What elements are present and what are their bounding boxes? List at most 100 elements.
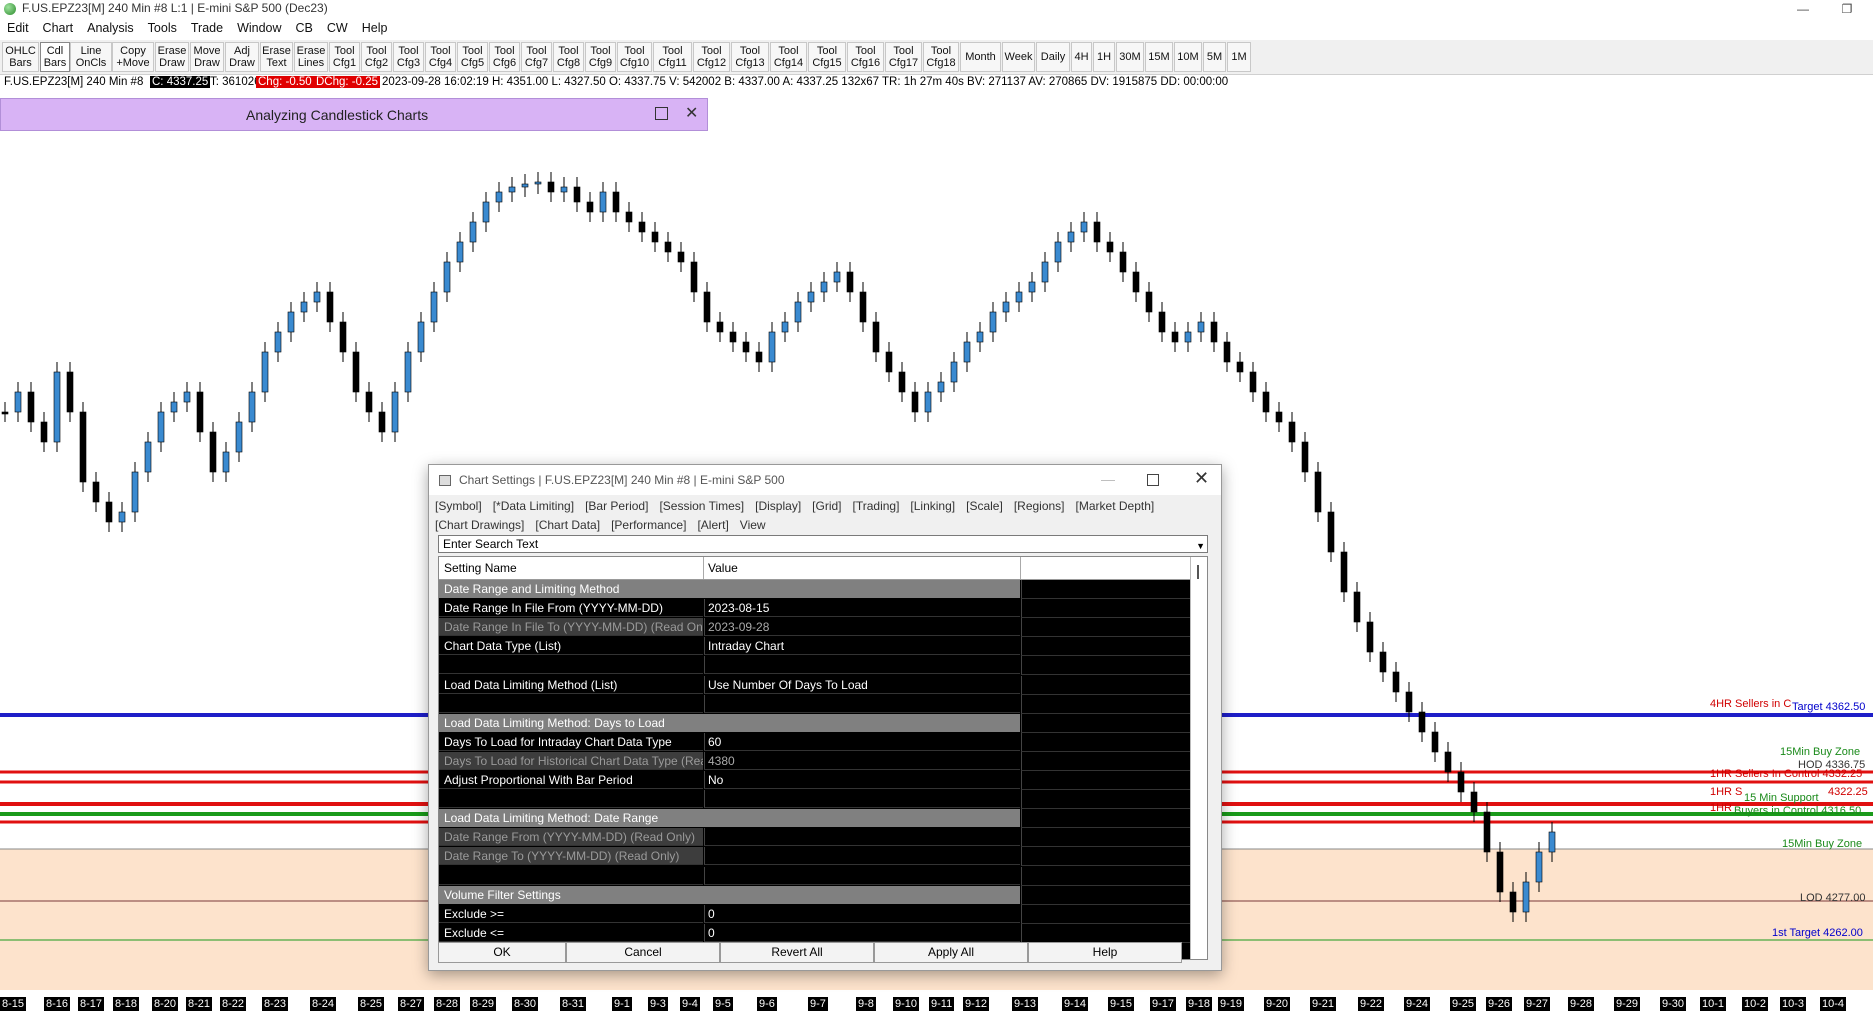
- toolbar-button-daily[interactable]: Daily: [1036, 42, 1070, 72]
- study-window[interactable]: Analyzing Candlestick Charts ✕: [0, 98, 708, 131]
- toolbar-button-cdl-bars[interactable]: Cdl Bars: [40, 42, 70, 72]
- toolbar-button-tool-cfg8[interactable]: Tool Cfg8: [553, 42, 584, 72]
- setting-value[interactable]: No: [704, 771, 1020, 789]
- setting-value[interactable]: 2023-08-15: [704, 599, 1020, 618]
- toolbar-button-copy-move[interactable]: Copy +Move: [112, 42, 154, 72]
- settings-row[interactable]: Adjust Proportional With Bar Period No: [439, 771, 1191, 790]
- toolbar-button-tool-cfg16[interactable]: Tool Cfg16: [847, 42, 884, 72]
- toolbar-button-15m[interactable]: 15M: [1145, 42, 1173, 72]
- maximize-icon[interactable]: [655, 107, 668, 120]
- toolbar-button-30m[interactable]: 30M: [1116, 42, 1144, 72]
- settings-row[interactable]: Load Data Limiting Method (List) Use Numb…: [439, 675, 1191, 695]
- time-axis-label: 9-22: [1358, 997, 1385, 1011]
- toolbar-button-tool-cfg9[interactable]: Tool Cfg9: [585, 42, 616, 72]
- toolbar-button-tool-cfg6[interactable]: Tool Cfg6: [489, 42, 520, 72]
- close-icon[interactable]: ✕: [1194, 468, 1209, 489]
- menu-cb[interactable]: CB: [289, 19, 320, 35]
- toolbar-button-month[interactable]: Month: [960, 42, 1001, 72]
- tab-performance[interactable]: [Performance]: [611, 516, 686, 535]
- toolbar-button-tool-cfg12[interactable]: Tool Cfg12: [693, 42, 730, 72]
- toolbar-button-tool-cfg7[interactable]: Tool Cfg7: [521, 42, 552, 72]
- tab-regions[interactable]: [Regions]: [1014, 497, 1065, 516]
- toolbar-button-tool-cfg14[interactable]: Tool Cfg14: [770, 42, 807, 72]
- settings-row[interactable]: Days To Load for Intraday Chart Data Typ…: [439, 732, 1191, 752]
- toolbar-button-erase-text[interactable]: Erase Text: [260, 42, 293, 72]
- maximize-icon[interactable]: [1147, 474, 1159, 486]
- toolbar-button-5m[interactable]: 5M: [1203, 42, 1226, 72]
- toolbar-button-tool-cfg11[interactable]: Tool Cfg11: [653, 42, 692, 72]
- tab-scale[interactable]: [Scale]: [966, 497, 1003, 516]
- minimize-icon[interactable]: —: [1101, 471, 1115, 487]
- toolbar-button-move-draw[interactable]: Move Draw: [190, 42, 224, 72]
- tab-chart-drawings[interactable]: [Chart Drawings]: [435, 516, 524, 535]
- menu-help[interactable]: Help: [355, 19, 395, 35]
- toolbar-button-tool-cfg18[interactable]: Tool Cfg18: [923, 42, 959, 72]
- menu-chart[interactable]: Chart: [36, 19, 81, 35]
- toolbar-button-tool-cfg10[interactable]: Tool Cfg10: [617, 42, 652, 72]
- tab-display[interactable]: [Display]: [755, 497, 801, 516]
- settings-row[interactable]: Chart Data Type (List) Intraday Chart: [439, 637, 1191, 657]
- menu-cw[interactable]: CW: [320, 19, 355, 35]
- tab-chart-data[interactable]: [Chart Data]: [535, 516, 600, 535]
- setting-value[interactable]: 0: [704, 904, 1020, 923]
- tab-session-times[interactable]: [Session Times]: [659, 497, 744, 516]
- settings-row[interactable]: Date Range To (YYYY-MM-DD) (Read Only): [439, 847, 1191, 867]
- menu-edit[interactable]: Edit: [0, 19, 36, 35]
- setting-value[interactable]: Intraday Chart: [704, 637, 1020, 656]
- menu-window[interactable]: Window: [230, 19, 288, 35]
- toolbar-button-ohlc-bars[interactable]: OHLC Bars: [2, 42, 39, 72]
- toolbar-button-1h[interactable]: 1H: [1093, 42, 1115, 72]
- settings-row[interactable]: Exclude >= 0: [439, 904, 1191, 924]
- setting-value[interactable]: Use Number Of Days To Load: [704, 675, 1020, 694]
- cancel-button[interactable]: Cancel: [566, 942, 720, 963]
- menu-tools[interactable]: Tools: [141, 19, 184, 35]
- toolbar-button-line-oncls[interactable]: Line OnCls: [70, 42, 112, 72]
- settings-row[interactable]: Exclude <= 0: [439, 923, 1191, 943]
- setting-value[interactable]: 0: [704, 923, 1020, 942]
- ok-button[interactable]: OK: [438, 942, 566, 963]
- toolbar-button-tool-cfg1[interactable]: Tool Cfg1: [329, 42, 360, 72]
- toolbar-button-week[interactable]: Week: [1002, 42, 1035, 72]
- tab-view[interactable]: View: [740, 516, 766, 535]
- candle-body: [1067, 231, 1075, 243]
- candle-body: [1028, 281, 1036, 293]
- tab-symbol[interactable]: [Symbol]: [435, 497, 482, 516]
- dropdown-arrow-icon[interactable]: ▼: [1196, 538, 1205, 554]
- toolbar-button-tool-cfg4[interactable]: Tool Cfg4: [425, 42, 456, 72]
- toolbar-button-erase-draw[interactable]: Erase Draw: [155, 42, 189, 72]
- restore-icon[interactable]: ❐: [1832, 0, 1862, 18]
- toolbar-button-tool-cfg3[interactable]: Tool Cfg3: [393, 42, 424, 72]
- settings-row[interactable]: Date Range From (YYYY-MM-DD) (Read Only): [439, 828, 1191, 848]
- revert-all-button[interactable]: Revert All: [720, 942, 874, 963]
- tab-grid[interactable]: [Grid]: [812, 497, 841, 516]
- settings-row[interactable]: Date Range In File To (YYYY-MM-DD) (Read…: [439, 618, 1191, 638]
- tab-alert[interactable]: [Alert]: [697, 516, 728, 535]
- settings-row[interactable]: Date Range In File From (YYYY-MM-DD) 2023…: [439, 599, 1191, 619]
- search-input[interactable]: Enter Search Text ▼: [438, 535, 1208, 553]
- close-icon[interactable]: ✕: [685, 103, 698, 123]
- minimize-icon[interactable]: —: [1788, 0, 1818, 18]
- toolbar-button-tool-cfg13[interactable]: Tool Cfg13: [731, 42, 769, 72]
- help-button[interactable]: Help: [1028, 942, 1182, 963]
- grid-scrollbar[interactable]: [1190, 557, 1207, 959]
- settings-row[interactable]: Days To Load for Historical Chart Data T…: [439, 751, 1191, 771]
- tab-trading[interactable]: [Trading]: [853, 497, 900, 516]
- toolbar-button-4h[interactable]: 4H: [1071, 42, 1092, 72]
- tab-data-limiting[interactable]: [*Data Limiting]: [493, 497, 574, 516]
- toolbar-button-adj-draw[interactable]: Adj Draw: [225, 42, 259, 72]
- toolbar-button-tool-cfg2[interactable]: Tool Cfg2: [361, 42, 392, 72]
- menu-analysis[interactable]: Analysis: [80, 19, 141, 35]
- tab-linking[interactable]: [Linking]: [910, 497, 955, 516]
- toolbar-button-tool-cfg5[interactable]: Tool Cfg5: [457, 42, 488, 72]
- toolbar-button-erase-lines[interactable]: Erase Lines: [294, 42, 328, 72]
- scroll-thumb[interactable]: [1197, 565, 1199, 579]
- toolbar-button-tool-cfg17[interactable]: Tool Cfg17: [885, 42, 922, 72]
- toolbar-button-10m[interactable]: 10M: [1174, 42, 1202, 72]
- tab-bar-period[interactable]: [Bar Period]: [585, 497, 648, 516]
- apply-all-button[interactable]: Apply All: [874, 942, 1028, 963]
- toolbar-button-1m[interactable]: 1M: [1227, 42, 1251, 72]
- setting-value[interactable]: 60: [704, 732, 1020, 751]
- toolbar-button-tool-cfg15[interactable]: Tool Cfg15: [808, 42, 846, 72]
- menu-trade[interactable]: Trade: [184, 19, 230, 35]
- tab-market-depth[interactable]: [Market Depth]: [1076, 497, 1155, 516]
